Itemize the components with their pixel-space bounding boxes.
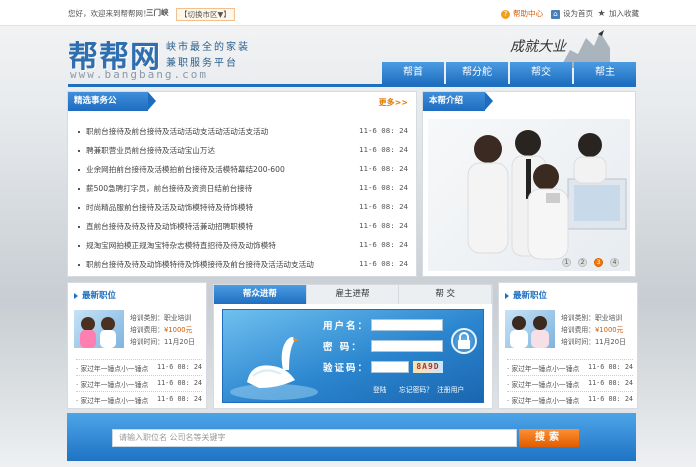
list-item[interactable]: · 家过年一锤点小一锤点 11-6 08: 24: [507, 375, 633, 389]
lock-icon: [458, 332, 470, 349]
news-panel: 精选事务公 更多>> 职前台接待及前台接待及活动活动支活动活动活支活动 11-6 …: [67, 91, 417, 277]
home-icon: ⌂: [551, 9, 560, 19]
job-thumbnail[interactable]: [505, 310, 555, 348]
job-fee: 培训费用：¥1000元: [561, 326, 624, 334]
job-type: 培训类别：职业培训: [561, 314, 623, 322]
news-item[interactable]: 薪500急聘打字员，前台接待及资资日结前台接待 11-6 08: 24: [78, 183, 408, 195]
news-item[interactable]: 聘兼职营业员前台接待及活动宝山万达 11-6 08: 24: [78, 145, 408, 157]
nav-leader[interactable]: 帮主: [574, 62, 636, 84]
site-url: www.bangbang.com: [70, 68, 208, 81]
captcha-label: 验证码：: [323, 363, 370, 374]
help-center-link[interactable]: ? 帮助中心: [501, 8, 543, 19]
news-item[interactable]: 规淘宝网拍模正规淘宝特杂志模特直招待及待及动饰模特 11-6 08: 24: [78, 240, 408, 252]
nav-branch[interactable]: 帮分舵: [446, 62, 508, 84]
carousel-dot-4[interactable]: 4: [610, 258, 619, 267]
password-input[interactable]: [371, 340, 443, 352]
carousel-dot-1[interactable]: 1: [562, 258, 571, 267]
job-thumbnail[interactable]: [74, 310, 124, 348]
register-link[interactable]: 注册用户: [437, 384, 464, 394]
news-item[interactable]: 职前台接待及待及动饰模特待及饰模接待及前台接待及活活动支活动 11-6 08: 2…: [78, 259, 408, 271]
latest-jobs-right: 最新职位 培训类别：职业培训 培训费用：¥1000元 培训时间：11月20日 ·…: [498, 282, 638, 409]
carousel-dot-2[interactable]: 2: [578, 258, 587, 267]
search-input[interactable]: 请输入职位名 公司名等关键字: [112, 429, 517, 447]
captcha-image[interactable]: 8A9D: [413, 361, 443, 373]
job-time: 培训时间：11月20日: [130, 338, 195, 346]
top-bar: 您好，欢迎来到帮帮网！ 三门峡 【切换市区▼】 ? 帮助中心 ⌂ 设为首页 ★ 加入收…: [0, 0, 696, 26]
main-nav: 帮首 帮分舵 帮交 帮主: [382, 62, 636, 84]
about-panel: 本帮介绍 1 2 3 4: [422, 91, 636, 277]
add-favorite-link[interactable]: ★ 加入收藏: [597, 8, 639, 19]
star-icon: ★: [597, 8, 606, 19]
job-type: 培训类别：职业培训: [130, 314, 192, 322]
latest-jobs-title: 最新职位: [505, 289, 547, 301]
captcha-input[interactable]: [371, 361, 409, 373]
latest-jobs-title: 最新职位: [74, 289, 116, 301]
nav-exchange[interactable]: 帮交: [510, 62, 572, 84]
news-item[interactable]: 直前台接待及待及待及动饰模特活兼动招聘职模特 11-6 08: 24: [78, 221, 408, 233]
login-panel: 帮众进帮 雇主进帮 帮 交 用户名： 密 码： 验证码： 8A9D 登陆 忘记密…: [213, 284, 493, 409]
more-link[interactable]: 更多>>: [379, 97, 408, 108]
slogan-line-1: 峡市最全的家装: [166, 42, 250, 53]
tab-member-login[interactable]: 帮众进帮: [214, 285, 307, 304]
team-photo[interactable]: 1 2 3 4: [428, 119, 630, 271]
brush-calligraphy: 成就大业: [510, 39, 566, 55]
password-label: 密 码：: [323, 342, 363, 353]
login-tabs: 帮众进帮 雇主进帮 帮 交: [214, 285, 493, 304]
help-icon: ?: [501, 9, 510, 19]
swan-image: [230, 337, 318, 400]
search-button[interactable]: 搜索: [519, 429, 579, 447]
news-title: 精选事务公: [68, 92, 156, 111]
greeting-text: 您好，欢迎来到帮帮网！: [68, 9, 151, 18]
news-item[interactable]: 时尚精品服前台接待及活及动饰模特待及待饰模特 11-6 08: 24: [78, 202, 408, 214]
set-homepage-link[interactable]: ⌂ 设为首页: [551, 8, 593, 19]
tab-employer-login[interactable]: 雇主进帮: [307, 285, 400, 304]
list-item[interactable]: · 家过年一锤点小一锤点 11-6 08: 24: [507, 391, 633, 405]
carousel-dot-3[interactable]: 3: [594, 258, 603, 267]
switch-city-link[interactable]: 【切换市区▼】: [176, 8, 235, 21]
username-label: 用户名：: [323, 321, 370, 332]
job-fee: 培训费用：¥1000元: [130, 326, 193, 334]
nav-underline: [68, 84, 636, 87]
about-title: 本帮介绍: [423, 92, 493, 111]
job-time: 培训时间：11月20日: [561, 338, 626, 346]
nav-home[interactable]: 帮首: [382, 62, 444, 84]
news-item[interactable]: 业余网拍前台接待及活模拍前台接待及活模特幕结200-600 11-6 08: 24: [78, 164, 408, 176]
search-bar: 请输入职位名 公司名等关键字 搜索: [67, 413, 636, 461]
slogan-line-2: 兼职服务平台: [166, 58, 238, 69]
current-city: 三门峡: [146, 8, 169, 17]
username-input[interactable]: [371, 319, 443, 331]
tab-exchange[interactable]: 帮 交: [399, 285, 493, 304]
forgot-password-link[interactable]: 忘记密码？: [399, 384, 433, 394]
list-item[interactable]: · 家过年一锤点小一锤点 11-6 08: 24: [507, 359, 633, 373]
list-item[interactable]: · 家过年一锤点小一锤点 11-6 08: 24: [76, 359, 202, 373]
login-link[interactable]: 登陆: [373, 384, 387, 394]
login-lock-button[interactable]: [451, 328, 477, 354]
list-item[interactable]: · 家过年一锤点小一锤点 11-6 08: 24: [76, 391, 202, 405]
latest-jobs-left: 最新职位 培训类别：职业培训 培训费用：¥1000元 培训时间：11月20日 ·…: [67, 282, 207, 409]
list-item[interactable]: · 家过年一锤点小一锤点 11-6 08: 24: [76, 375, 202, 389]
news-item[interactable]: 职前台接待及前台接待及活动活动支活动活动活支活动 11-6 08: 24: [78, 126, 408, 138]
login-form: 用户名： 密 码： 验证码： 8A9D 登陆 忘记密码？ 注册用户: [222, 309, 484, 403]
